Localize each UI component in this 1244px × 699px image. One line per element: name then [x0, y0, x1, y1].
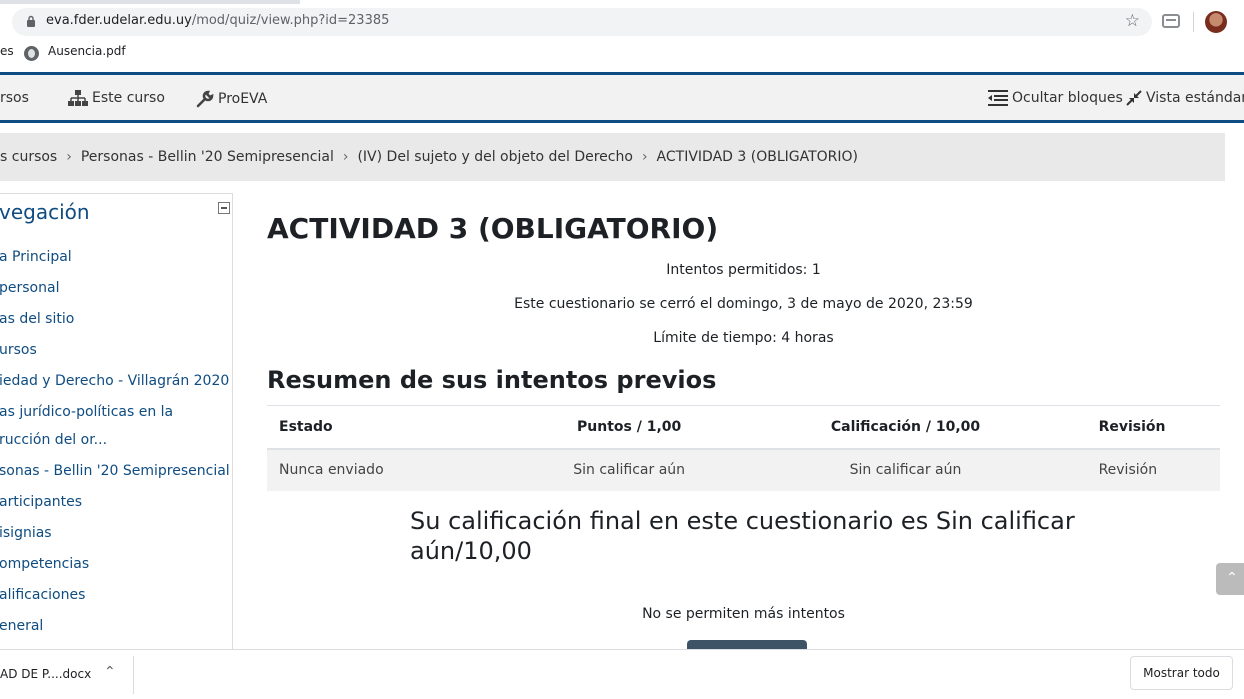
- chevron-up-icon: ⌃: [1226, 570, 1238, 586]
- table-header-row: Estado Puntos / 1,00 Calificación / 10,0…: [267, 405, 1220, 450]
- tab-strip: [0, 0, 1244, 4]
- sidebar-item[interactable]: ompetencias: [0, 555, 89, 573]
- sidebar-item[interactable]: as jurídico-políticas en la: [0, 403, 173, 421]
- chevron-right-icon: ›: [342, 149, 349, 165]
- download-bar: AD DE P....docx ⌃ Mostrar todo: [0, 649, 1244, 699]
- url-text: eva.fder.udelar.edu.uy/mod/quiz/view.php…: [46, 13, 390, 28]
- toolbar-divider: [1193, 12, 1194, 32]
- site-navbar: rsos Este curso ProEVA Ocultar bloques V…: [0, 72, 1244, 123]
- table-row: Nunca enviado Sin calificar aún Sin cali…: [267, 448, 1220, 491]
- sidebar-item[interactable]: isignias: [0, 524, 52, 542]
- cell-calificacion: Sin calificar aún: [724, 448, 1087, 491]
- closed-date: Este cuestionario se cerró el domingo, 3…: [514, 296, 973, 312]
- sidebar-item[interactable]: articipantes: [0, 493, 82, 511]
- chevron-up-icon[interactable]: ⌃: [104, 664, 116, 680]
- block-title: vegación: [0, 200, 90, 224]
- cell-revision: Revisión: [1086, 448, 1220, 491]
- sidebar-item[interactable]: iedad y Derecho - Villagrán 2020: [0, 372, 229, 390]
- nav-proeva[interactable]: ProEVA: [196, 90, 267, 108]
- cell-estado: Nunca enviado: [267, 448, 534, 491]
- cell-puntos: Sin calificar aún: [533, 448, 725, 491]
- sidebar-item[interactable]: as del sitio: [0, 310, 74, 328]
- show-all-button[interactable]: Mostrar todo: [1130, 656, 1233, 690]
- attempts-table: Estado Puntos / 1,00 Calificación / 10,0…: [267, 405, 1220, 491]
- sidebar-item[interactable]: alificaciones: [0, 586, 85, 604]
- col-puntos: Puntos / 1,00: [533, 405, 725, 450]
- sitemap-icon: [68, 90, 88, 106]
- address-bar[interactable]: eva.fder.udelar.edu.uy/mod/quiz/view.php…: [12, 8, 1152, 36]
- hide-blocks-button[interactable]: Ocultar bloques: [988, 90, 1123, 106]
- sidebar-item[interactable]: sonas - Bellin '20 Semipresencial: [0, 462, 230, 480]
- scroll-top-button[interactable]: ⌃: [1216, 563, 1244, 595]
- chevron-right-icon: ›: [66, 149, 72, 165]
- col-calificacion: Calificación / 10,00: [724, 405, 1087, 450]
- active-tab[interactable]: [300, 0, 1244, 4]
- sidebar-item[interactable]: eneral: [0, 617, 43, 635]
- sidebar-item[interactable]: ursos: [0, 341, 37, 359]
- bookmark-ausencia[interactable]: Ausencia.pdf: [48, 44, 126, 58]
- nav-proeva-label: ProEVA: [218, 91, 268, 107]
- collapse-icon: [1126, 90, 1142, 106]
- no-more-attempts: No se permiten más intentos: [642, 606, 845, 622]
- breadcrumb: s cursos › Personas - Bellin '20 Semipre…: [0, 133, 1225, 181]
- standard-view-button[interactable]: Vista estándar: [1126, 90, 1244, 106]
- globe-icon: [24, 46, 39, 61]
- nav-este-curso[interactable]: Este curso: [68, 90, 165, 106]
- sidebar-item[interactable]: rucción del or...: [0, 431, 107, 449]
- wrench-icon: [196, 90, 214, 108]
- breadcrumb-item[interactable]: Personas - Bellin '20 Semipresencial: [81, 149, 334, 165]
- hide-blocks-label: Ocultar bloques: [1012, 90, 1123, 106]
- summary-heading: Resumen de sus intentos previos: [267, 366, 717, 394]
- attempts-allowed: Intentos permitidos: 1: [666, 262, 821, 278]
- breadcrumb-current: ACTIVIDAD 3 (OBLIGATORIO): [656, 149, 859, 165]
- standard-view-label: Vista estándar: [1146, 90, 1244, 106]
- hide-blocks-icon: [988, 90, 1008, 106]
- avatar[interactable]: [1205, 11, 1227, 33]
- nav-cursos-label: rsos: [0, 90, 29, 106]
- sidebar-item[interactable]: personal: [0, 279, 59, 297]
- nav-cursos[interactable]: rsos: [0, 90, 29, 106]
- col-revision: Revisión: [1086, 405, 1220, 450]
- breadcrumb-item[interactable]: (IV) Del sujeto y del objeto del Derecho: [357, 149, 632, 165]
- download-divider: [133, 656, 134, 694]
- download-file[interactable]: AD DE P....docx: [0, 667, 91, 681]
- time-limit: Límite de tiempo: 4 horas: [653, 330, 834, 346]
- col-estado: Estado: [267, 405, 534, 450]
- nav-este-curso-label: Este curso: [92, 90, 165, 106]
- media-icon[interactable]: [1162, 14, 1180, 28]
- final-grade: Su calificación final en este cuestionar…: [410, 507, 1075, 565]
- breadcrumb-item[interactable]: s cursos: [0, 149, 57, 165]
- navigation-block: vegación a Principal personal as del sit…: [0, 193, 233, 653]
- lock-icon: [27, 15, 35, 27]
- bookmark-item[interactable]: es: [0, 44, 14, 58]
- chevron-right-icon: ›: [641, 149, 648, 165]
- collapse-block-icon[interactable]: [218, 202, 230, 214]
- star-icon[interactable]: ☆: [1125, 11, 1140, 31]
- page-title: ACTIVIDAD 3 (OBLIGATORIO): [267, 212, 719, 245]
- sidebar-item[interactable]: a Principal: [0, 248, 72, 266]
